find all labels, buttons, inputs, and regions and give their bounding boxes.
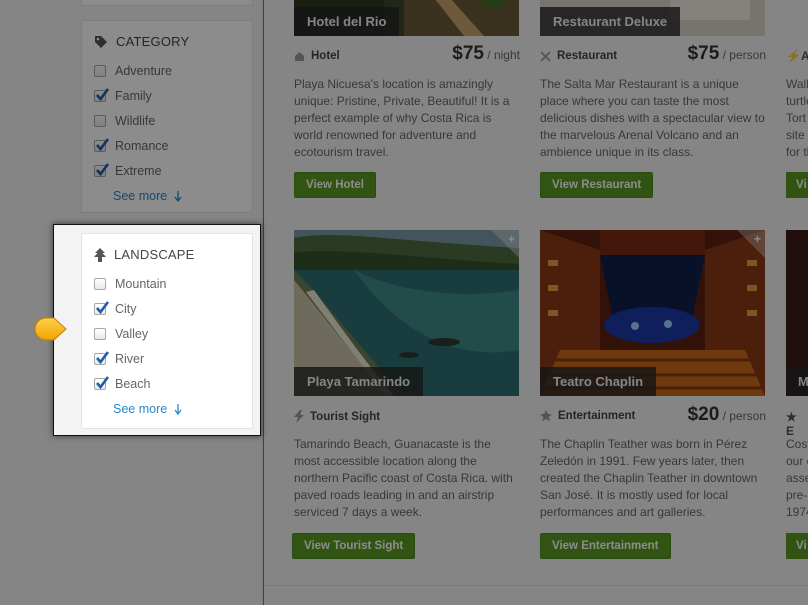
checkbox-unchecked[interactable] [94,115,106,127]
arrow-down-icon [174,403,182,415]
star-icon: ★ [786,410,797,424]
card-image[interactable]: + Teatro Chaplin [540,230,765,396]
card-title: Restaurant Deluxe [540,7,681,36]
star-icon [540,410,552,422]
add-icon[interactable]: + [508,232,515,246]
view-tourist-sight-button[interactable]: View Tourist Sight [292,533,416,559]
card-description: Tamarindo Beach, Guanacaste is the most … [294,437,513,519]
card-type: Tourist Sight [294,410,380,423]
category-panel-title: CATEGORY [94,34,189,49]
card-title: Playa Tamarindo [294,367,424,396]
card-description: The Chaplin Teather was born in Pérez Ze… [540,437,758,519]
hotel-icon [295,51,304,61]
category-title: CATEGORY [116,34,190,49]
view-entertainment-button[interactable]: View Entertainment [540,533,671,559]
checkbox-checked[interactable] [94,351,110,365]
checkbox-unchecked[interactable] [94,328,106,340]
landscape-panel-title: LANDSCAPE [94,247,195,262]
landscape-option-mountain[interactable]: Mountain [94,277,166,291]
view-button-partial[interactable]: Vi [786,172,808,198]
tree-icon [94,247,106,262]
checkbox-checked[interactable] [94,88,110,102]
tag-icon [95,35,107,48]
landscape-option-beach[interactable]: Beach [94,376,150,391]
checkbox-checked[interactable] [94,138,110,152]
card-image[interactable]: M [786,230,808,396]
category-option-extreme[interactable]: Extreme [94,163,162,178]
card-title: M [786,367,808,396]
landscape-option-river[interactable]: River [94,351,144,366]
category-option-adventure[interactable]: Adventure [94,64,172,78]
filter-panel-previous [81,0,253,6]
add-icon[interactable]: + [754,232,761,246]
listing-card: Hotel del Rio Hotel $75 / night Playa Ni… [294,0,520,210]
listing-card-partial: ⚡A Walk turtle Tort site for th Vi M ★ E… [786,0,808,570]
card-image[interactable]: Hotel del Rio [294,0,519,36]
view-restaurant-button[interactable]: View Restaurant [540,172,654,198]
category-option-family[interactable]: Family [94,88,152,103]
card-type: Restaurant [540,50,617,62]
category-see-more-link[interactable]: See more [113,189,182,203]
lightning-icon [294,410,304,423]
listing-card: + Teatro Chaplin Entertainment $20 / per… [540,230,766,570]
card-image[interactable]: Restaurant Deluxe [540,0,765,36]
card-price: $75 / night [452,43,520,64]
listing-card: Restaurant Deluxe Restaurant $75 / perso… [540,0,766,210]
checkbox-checked[interactable] [94,301,110,315]
cutlery-icon [540,50,551,62]
card-image[interactable]: + Playa Tamarindo [294,230,519,396]
card-title: Hotel del Rio [294,7,400,36]
card-type: ⚡A [786,49,808,63]
arrow-down-icon [174,190,182,202]
card-type: Hotel [294,50,340,62]
category-filter-panel: CATEGORY Adventure Family Wildlife Roman… [81,20,253,213]
landscape-option-valley[interactable]: Valley [94,327,148,341]
card-description: The Salta Mar Restaurant is a unique pla… [540,77,765,159]
card-price: $20 / person [687,404,766,425]
checkbox-unchecked[interactable] [94,65,106,77]
divider [264,585,808,586]
listing-card: + Playa Tamarindo Tourist Sight Tamarind… [292,230,520,570]
card-description: Cost our c asse pre- 1974 [786,437,808,519]
card-title: Teatro Chaplin [540,367,657,396]
view-button-partial[interactable]: Vi [786,533,808,559]
checkbox-unchecked[interactable] [94,278,106,290]
card-description: Playa Nicuesa's location is amazingly un… [294,77,510,159]
landscape-option-city[interactable]: City [94,301,137,316]
results-grid: Hotel del Rio Hotel $75 / night Playa Ni… [264,0,808,605]
callout-pointer-icon [34,317,67,341]
landscape-title: LANDSCAPE [114,247,195,262]
landscape-filter-panel: LANDSCAPE Mountain City Valley River Bea… [81,233,253,429]
category-option-wildlife[interactable]: Wildlife [94,114,155,128]
checkbox-checked[interactable] [94,163,110,177]
card-description: Walk turtle Tort site for th [786,77,808,159]
checkbox-checked[interactable] [94,376,110,390]
landscape-see-more-link[interactable]: See more [113,402,182,416]
card-type: ★ E [786,410,797,438]
lightning-icon: ⚡ [786,49,801,63]
category-option-romance[interactable]: Romance [94,138,169,153]
card-type: Entertainment [540,410,635,422]
highlight-frame: LANDSCAPE Mountain City Valley River Bea… [53,224,261,436]
view-hotel-button[interactable]: View Hotel [294,172,376,198]
card-price: $75 / person [687,43,766,64]
